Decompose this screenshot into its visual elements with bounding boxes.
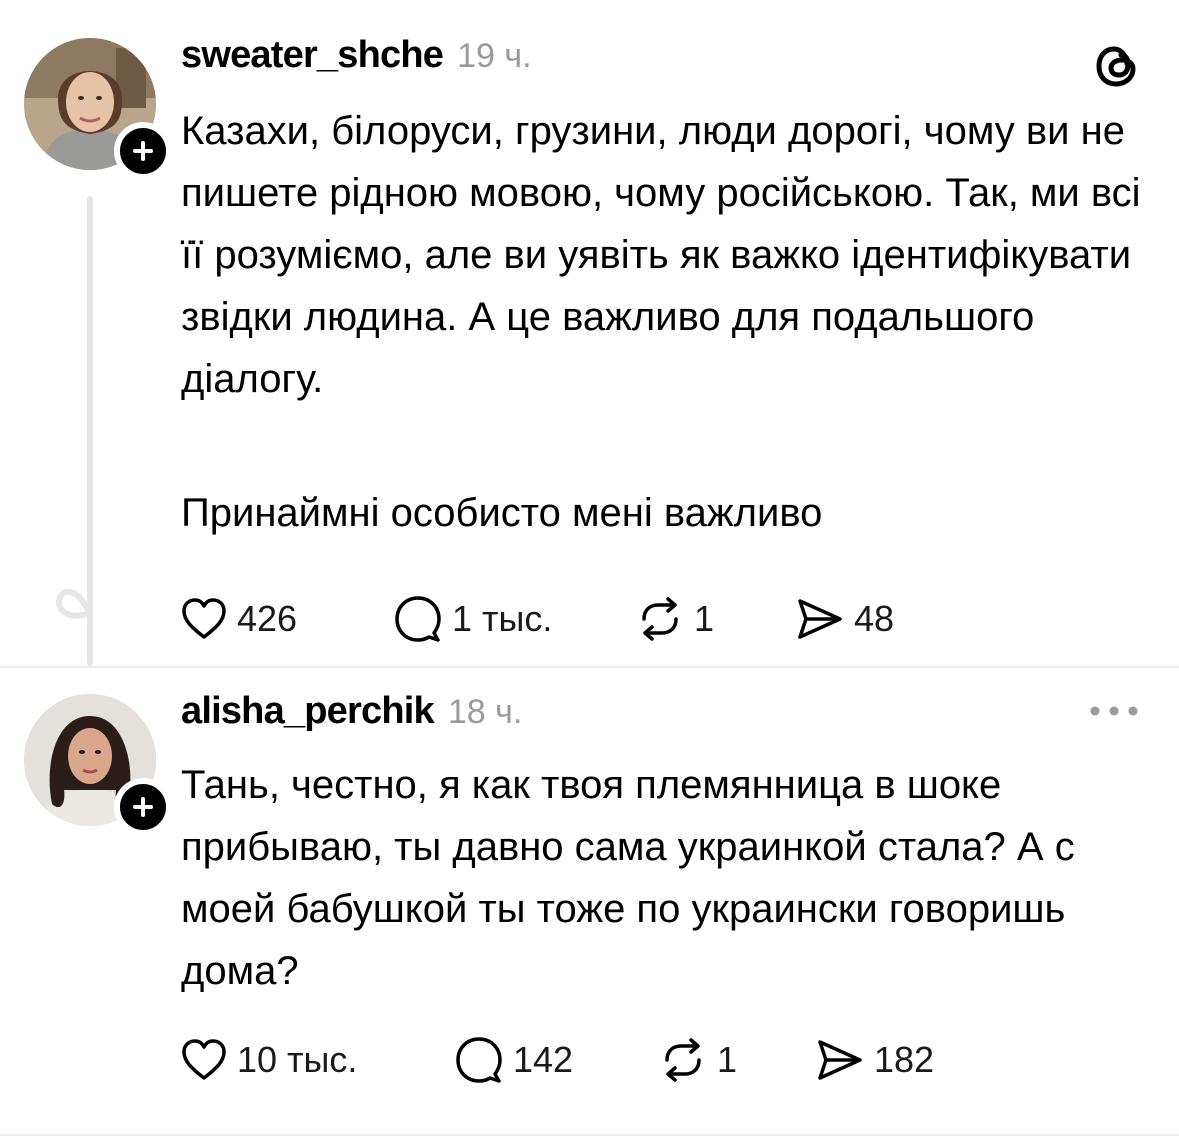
- plus-icon: [133, 797, 153, 817]
- heart-icon: [182, 598, 226, 639]
- post-header: sweater_shche 19 ч.: [181, 34, 532, 77]
- reply-count: 1 тыс.: [452, 598, 553, 639]
- repost-button[interactable]: 1: [659, 1032, 737, 1088]
- username[interactable]: alisha_perchik: [181, 690, 435, 733]
- username[interactable]: sweater_shche: [181, 34, 444, 77]
- like-button[interactable]: 426: [181, 591, 297, 647]
- thread-post: alisha_perchik 18 ч. Тань, честно, я как…: [0, 668, 1179, 1137]
- post-divider: [0, 1134, 1179, 1136]
- post-time: 18 ч.: [447, 693, 523, 731]
- reply-count: 142: [513, 1039, 574, 1080]
- like-button[interactable]: 10 тыс.: [181, 1032, 357, 1088]
- follow-plus-button[interactable]: [114, 778, 172, 836]
- share-count: 182: [874, 1039, 935, 1080]
- reply-button[interactable]: 1 тыс.: [394, 591, 552, 647]
- repost-icon: [642, 597, 678, 641]
- avatar-container: [24, 694, 172, 836]
- follow-plus-button[interactable]: [114, 122, 172, 180]
- post-text: Тань, честно, я как твоя племянница в шо…: [181, 754, 1161, 1002]
- post-text: Казахи, білоруси, грузини, люди дорогі, …: [181, 100, 1161, 410]
- post-paragraph: Тань, честно, я как твоя племянница в шо…: [181, 763, 1075, 993]
- share-button[interactable]: 182: [816, 1032, 934, 1088]
- send-icon: [818, 1040, 862, 1080]
- repost-count: 1: [694, 598, 715, 639]
- thread-curl-icon: [55, 588, 93, 619]
- like-count: 426: [237, 598, 298, 639]
- plus-icon: [133, 141, 153, 161]
- reply-button[interactable]: 142: [455, 1032, 573, 1088]
- post-text-continued: Принаймні особисто мені важливо: [181, 482, 1161, 544]
- post-paragraph: Принаймні особисто мені важливо: [181, 491, 823, 535]
- avatar-container: [24, 38, 172, 180]
- threads-logo-icon[interactable]: [1090, 40, 1142, 92]
- repost-count: 1: [717, 1039, 738, 1080]
- send-icon: [798, 599, 842, 639]
- more-options-button[interactable]: [1084, 696, 1144, 726]
- post-time: 19 ч.: [457, 37, 532, 75]
- thread-post: sweater_shche 19 ч. Казахи, білоруси, гр…: [0, 0, 1179, 668]
- share-button[interactable]: 48: [796, 591, 894, 647]
- repost-icon: [665, 1038, 701, 1082]
- repost-button[interactable]: 1: [636, 591, 714, 647]
- post-header: alisha_perchik 18 ч.: [181, 690, 522, 733]
- more-dots-icon: [1090, 706, 1138, 716]
- heart-icon: [182, 1039, 226, 1080]
- comment-icon: [456, 1037, 502, 1083]
- comment-icon: [395, 596, 441, 642]
- like-count: 10 тыс.: [237, 1039, 358, 1080]
- post-paragraph: Казахи, білоруси, грузини, люди дорогі, …: [181, 109, 1141, 401]
- share-count: 48: [854, 598, 895, 639]
